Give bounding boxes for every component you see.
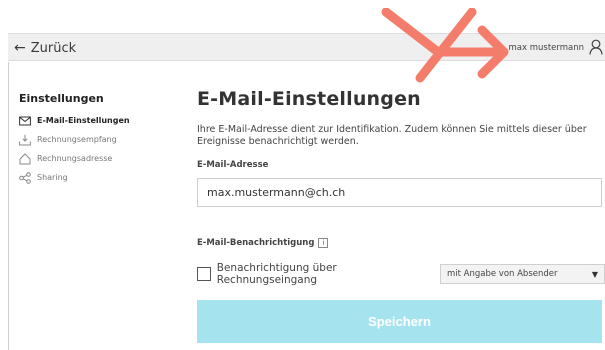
user-icon xyxy=(589,39,603,58)
sidebar-item-email-settings[interactable]: E-Mail-Einstellungen xyxy=(19,111,179,130)
checkbox-label: Benachrichtigung über Rechnungseingang xyxy=(216,262,337,286)
info-icon[interactable]: i xyxy=(318,238,329,248)
back-link[interactable]: ← Zurück xyxy=(14,38,76,58)
share-icon xyxy=(19,171,31,184)
notification-option-row: Benachrichtigung über Rechnungseingang m… xyxy=(197,262,605,286)
notification-heading: E-Mail-Benachrichtigung i xyxy=(197,238,329,248)
notification-checkbox[interactable] xyxy=(197,267,211,281)
arrow-left-icon: ← xyxy=(14,40,26,56)
save-button[interactable]: Speichern xyxy=(197,300,602,343)
sidebar-title: Einstellungen xyxy=(19,92,104,105)
sidebar-item-label: Sharing xyxy=(37,173,68,182)
email-field[interactable] xyxy=(197,178,602,207)
sidebar-item-label: Rechnungsadresse xyxy=(37,154,113,163)
inbox-tray-icon xyxy=(19,134,31,146)
sidebar-item-label: Rechnungsempfang xyxy=(37,135,117,144)
notification-label: E-Mail-Benachrichtigung xyxy=(197,238,315,248)
top-bar: ← Zurück max mustermann xyxy=(8,33,605,61)
main-content: E-Mail-Einstellungen Ihre E-Mail-Adresse… xyxy=(197,88,605,207)
select-value: mit Angabe von Absender xyxy=(446,269,558,279)
caret-down-icon: ▼ xyxy=(591,269,598,279)
annotation-arrow-icon xyxy=(381,8,509,83)
frame-border xyxy=(8,62,9,350)
sidebar-item-label: E-Mail-Einstellungen xyxy=(37,116,130,125)
sidebar-item-invoice-receipt[interactable]: Rechnungsempfang xyxy=(19,130,179,149)
page-title: E-Mail-Einstellungen xyxy=(197,88,421,110)
description-text: Ihre E-Mail-Adresse dient zur Identifika… xyxy=(197,124,587,147)
home-icon xyxy=(19,152,31,165)
sidebar-item-billing-address[interactable]: Rechnungsadresse xyxy=(19,149,179,168)
sidebar-item-sharing[interactable]: Sharing xyxy=(19,168,179,187)
username: max mustermann xyxy=(508,43,585,53)
sender-info-select[interactable]: mit Angabe von Absender ▼ xyxy=(439,264,605,284)
back-label: Zurück xyxy=(30,40,77,56)
user-menu[interactable]: max mustermann xyxy=(509,37,604,59)
sidebar: Einstellungen E-Mail-Einstellungen Rechn… xyxy=(19,92,179,187)
email-field-label: E-Mail-Adresse xyxy=(197,160,269,170)
mail-icon xyxy=(19,115,31,127)
